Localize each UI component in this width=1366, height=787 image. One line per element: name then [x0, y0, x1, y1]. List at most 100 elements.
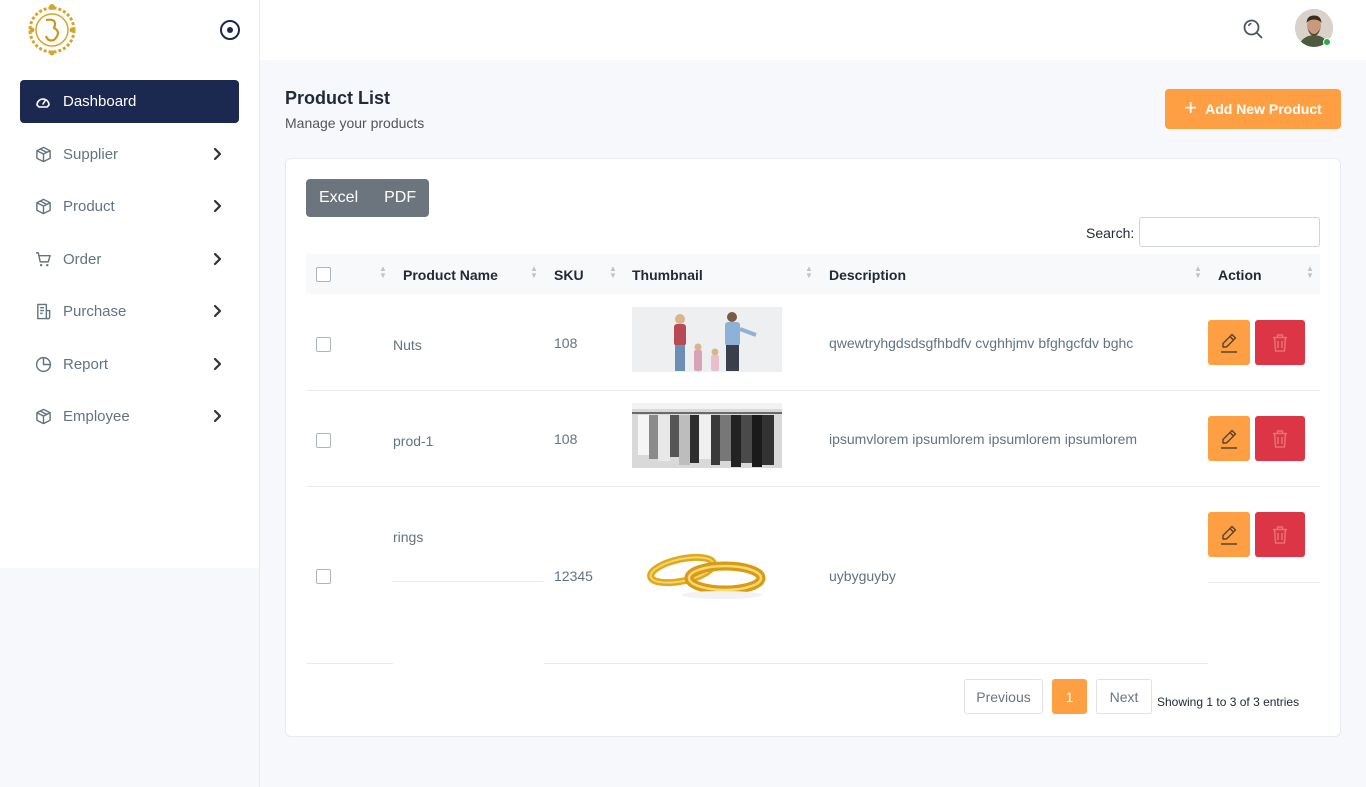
column-header-thumbnail[interactable]: Thumbnail [632, 267, 703, 283]
toggle-dot-icon [227, 27, 233, 33]
brand-logo[interactable] [24, 2, 80, 58]
product-thumbnail[interactable] [632, 307, 782, 372]
sort-icon[interactable]: ▲ ▼ [804, 265, 814, 283]
column-header-product-name[interactable]: Product Name [403, 267, 498, 283]
sidebar-panel: Dashboard Supplier Product Order Purchas… [0, 0, 259, 568]
pagination-next-button[interactable]: Next [1096, 679, 1152, 714]
row-divider [306, 663, 393, 664]
pagination-previous-button[interactable]: Previous [964, 679, 1043, 714]
product-thumbnail[interactable] [632, 403, 782, 468]
column-header-description[interactable]: Description [829, 267, 906, 283]
sort-icon[interactable]: ▲ ▼ [608, 265, 618, 283]
row-divider [306, 390, 1320, 391]
dashboard-icon [34, 93, 52, 111]
product-name-cell: rings [393, 529, 424, 545]
edit-button[interactable] [1208, 320, 1250, 365]
gold-rings-photo-icon [632, 540, 782, 610]
sidebar-item-product[interactable]: Product [20, 185, 239, 228]
pie-chart-icon [34, 355, 52, 373]
description-cell: ipsumvlorem ipsumlorem ipsumlorem ipsuml… [829, 431, 1138, 447]
chevron-right-icon [213, 147, 222, 160]
table-header: ▲ ▼ Product Name ▲ ▼ SKU ▲ ▼ Thumbnail ▲ ▼ D… [306, 254, 1320, 294]
sku-cell: 108 [554, 335, 578, 351]
top-header [260, 0, 1366, 60]
chevron-right-icon [213, 304, 222, 318]
sidebar-toggle-button[interactable] [220, 20, 240, 40]
pencil-icon [1221, 333, 1237, 353]
add-button-label: Add New Product [1205, 101, 1322, 117]
sidebar-item-label: Product [63, 198, 115, 215]
product-name-cell: Nuts [393, 337, 422, 353]
row-checkbox[interactable] [316, 433, 331, 448]
column-header-sku[interactable]: SKU [554, 267, 584, 283]
export-button-group: Excel PDF [306, 179, 430, 217]
page-subtitle: Manage your products [285, 115, 425, 131]
chevron-right-icon [213, 252, 222, 265]
edit-button[interactable] [1208, 416, 1250, 461]
cell-divider [393, 581, 543, 582]
select-all-checkbox[interactable] [316, 267, 331, 282]
sidebar-item-label: Report [63, 355, 109, 373]
sort-icon[interactable]: ▲ ▼ [529, 265, 539, 283]
row-divider [544, 663, 1208, 664]
add-new-product-button[interactable]: + Add New Product [1165, 89, 1341, 129]
row-divider [306, 486, 1320, 487]
search-icon[interactable] [1242, 18, 1264, 40]
column-header-action[interactable]: Action [1218, 267, 1262, 283]
sidebar-item-label: Order [63, 250, 102, 268]
sidebar: Dashboard Supplier Product Order Purchas… [0, 0, 260, 787]
chevron-right-icon [213, 199, 222, 213]
trash-icon [1273, 333, 1287, 352]
pencil-icon [1221, 525, 1237, 545]
delete-button[interactable] [1255, 320, 1305, 365]
edit-button[interactable] [1208, 512, 1250, 557]
cell-divider [1208, 582, 1320, 583]
description-cell: qwewtryhgdsdsgfhbdfv cvghhjmv bfghgcfdv … [829, 335, 1134, 351]
trash-icon [1273, 525, 1287, 544]
search-label: Search: [1086, 225, 1135, 241]
sidebar-item-label: Supplier [63, 145, 119, 163]
row-checkbox[interactable] [316, 337, 331, 352]
page-title: Product List [285, 88, 391, 108]
sort-icon[interactable]: ▲ ▼ [1305, 265, 1315, 283]
sidebar-menu: Dashboard Supplier Product Order Purchas… [20, 80, 239, 448]
pencil-icon [1221, 429, 1237, 449]
plus-icon: + [1184, 95, 1198, 120]
product-name-cell: prod-1 [393, 433, 434, 449]
cart-icon [34, 250, 52, 268]
box-icon [34, 408, 52, 426]
pagination-page-button[interactable]: 1 [1052, 679, 1087, 714]
delete-button[interactable] [1255, 512, 1305, 557]
row-checkbox[interactable] [316, 569, 331, 584]
sidebar-item-purchase[interactable]: Purchase [20, 290, 239, 333]
family-photo-icon [632, 307, 782, 372]
description-cell: uybyguyby [829, 568, 896, 584]
sidebar-item-report[interactable]: Report [20, 343, 239, 386]
sku-cell: 12345 [554, 568, 593, 584]
clothes-rack-photo-icon [632, 403, 782, 468]
sort-icon[interactable]: ▲ ▼ [378, 265, 388, 283]
sidebar-item-order[interactable]: Order [20, 238, 239, 281]
receipt-icon [34, 303, 52, 321]
pagination-info: Showing 1 to 3 of 3 entries [1157, 695, 1300, 709]
sku-cell: 108 [554, 431, 578, 447]
logo-bar [0, 0, 259, 60]
sort-icon[interactable]: ▲ ▼ [1193, 265, 1203, 283]
box-icon [34, 145, 52, 163]
table-search-input[interactable] [1139, 217, 1320, 247]
delete-button[interactable] [1255, 416, 1305, 461]
pdf-export-button[interactable]: PDF [371, 179, 429, 217]
excel-export-button[interactable]: Excel [306, 179, 371, 217]
online-status-dot [1323, 38, 1331, 46]
sidebar-item-label: Purchase [63, 303, 127, 320]
chevron-right-icon [213, 357, 222, 370]
sidebar-item-employee[interactable]: Employee [20, 395, 239, 438]
sidebar-item-dashboard[interactable]: Dashboard [20, 80, 239, 123]
trash-icon [1273, 429, 1287, 448]
sidebar-item-supplier[interactable]: Supplier [20, 133, 239, 176]
product-thumbnail[interactable] [632, 540, 782, 610]
sidebar-item-label: Dashboard [63, 93, 137, 110]
box-icon [34, 198, 52, 216]
chevron-right-icon [213, 409, 222, 423]
sidebar-item-label: Employee [63, 408, 130, 425]
